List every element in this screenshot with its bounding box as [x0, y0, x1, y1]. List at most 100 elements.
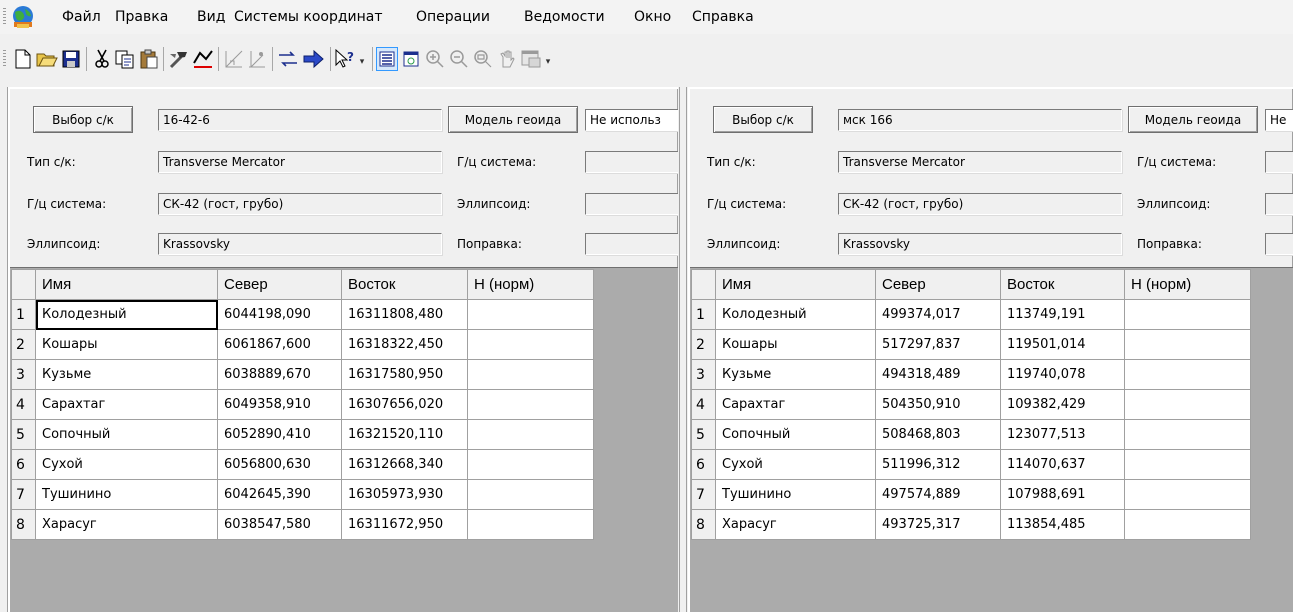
- east-cell[interactable]: 16321520,110: [341, 419, 468, 450]
- point-name-cell[interactable]: Кузьме: [715, 359, 876, 390]
- column-header-name[interactable]: Имя: [715, 269, 876, 300]
- new-file-icon[interactable]: [12, 47, 34, 71]
- column-header-height[interactable]: H (норм): [467, 269, 594, 300]
- zoom-out-icon[interactable]: [448, 47, 470, 71]
- height-cell[interactable]: [1124, 299, 1251, 330]
- geoid-model-button[interactable]: Модель геоида: [448, 106, 578, 133]
- east-cell[interactable]: 107988,691: [1000, 479, 1125, 510]
- east-cell[interactable]: 119501,014: [1000, 329, 1125, 360]
- table-row[interactable]: 5 Сопочный 6052890,410 16321520,110: [11, 419, 594, 450]
- height-cell[interactable]: [467, 389, 594, 420]
- height-cell[interactable]: [1124, 449, 1251, 480]
- east-cell[interactable]: 114070,637: [1000, 449, 1125, 480]
- app-globe-icon[interactable]: [10, 4, 36, 30]
- north-cell[interactable]: 6044198,090: [217, 299, 342, 330]
- menu-file[interactable]: Файл: [62, 9, 101, 25]
- arrow-transform-icon[interactable]: [302, 47, 324, 71]
- column-header-east[interactable]: Восток: [1000, 269, 1125, 300]
- toolbar-grip[interactable]: [3, 50, 6, 68]
- north-cell[interactable]: 497574,889: [875, 479, 1001, 510]
- point-name-cell[interactable]: Колодезный: [35, 299, 218, 330]
- row-number-cell[interactable]: 3: [691, 359, 716, 390]
- east-cell[interactable]: 119740,078: [1000, 359, 1125, 390]
- point-name-cell[interactable]: Тушинино: [35, 479, 218, 510]
- height-cell[interactable]: [467, 299, 594, 330]
- east-cell[interactable]: 16318322,450: [341, 329, 468, 360]
- height-cell[interactable]: [467, 329, 594, 360]
- north-cell[interactable]: 504350,910: [875, 389, 1001, 420]
- table-row[interactable]: 7 Тушинино 6042645,390 16305973,930: [11, 479, 594, 510]
- east-cell[interactable]: 113749,191: [1000, 299, 1125, 330]
- row-number-cell[interactable]: 8: [11, 509, 36, 540]
- form-view-icon[interactable]: [400, 47, 422, 71]
- list-view-icon[interactable]: [376, 47, 398, 71]
- east-cell[interactable]: 16311672,950: [341, 509, 468, 540]
- north-cell[interactable]: 6038889,670: [217, 359, 342, 390]
- east-cell[interactable]: 123077,513: [1000, 419, 1125, 450]
- height-cell[interactable]: [1124, 509, 1251, 540]
- row-number-cell[interactable]: 4: [11, 389, 36, 420]
- copy-icon[interactable]: [114, 47, 136, 71]
- table-row[interactable]: 3 Кузьме 494318,489 119740,078: [691, 359, 1251, 390]
- north-cell[interactable]: 493725,317: [875, 509, 1001, 540]
- east-cell[interactable]: 113854,485: [1000, 509, 1125, 540]
- geodesic-icon[interactable]: [192, 47, 214, 71]
- north-cell[interactable]: 6056800,630: [217, 449, 342, 480]
- select-cs-button[interactable]: Выбор с/к: [713, 106, 813, 133]
- height-cell[interactable]: [1124, 389, 1251, 420]
- paste-icon[interactable]: [138, 47, 160, 71]
- pan-icon[interactable]: [496, 47, 518, 71]
- north-cell[interactable]: 499374,017: [875, 299, 1001, 330]
- height-cell[interactable]: [1124, 479, 1251, 510]
- toolbar-overflow-icon[interactable]: ▾: [544, 55, 552, 69]
- row-number-cell[interactable]: 4: [691, 389, 716, 420]
- column-header-name[interactable]: Имя: [35, 269, 218, 300]
- row-number-cell[interactable]: 2: [691, 329, 716, 360]
- menu-view[interactable]: Вид: [197, 9, 225, 25]
- menubar-grip[interactable]: [3, 8, 6, 26]
- geoid-model-field[interactable]: Не использ: [585, 109, 678, 131]
- table-row[interactable]: 5 Сопочный 508468,803 123077,513: [691, 419, 1251, 450]
- row-number-cell[interactable]: 7: [11, 479, 36, 510]
- east-cell[interactable]: 16305973,930: [341, 479, 468, 510]
- table-row[interactable]: 2 Кошары 6061867,600 16318322,450: [11, 329, 594, 360]
- zoom-extents-icon[interactable]: [472, 47, 494, 71]
- select-cs-button[interactable]: Выбор с/к: [33, 106, 133, 133]
- row-number-cell[interactable]: 3: [11, 359, 36, 390]
- point-name-cell[interactable]: Харасуг: [35, 509, 218, 540]
- point-name-cell[interactable]: Кошары: [715, 329, 876, 360]
- point-name-cell[interactable]: Тушинино: [715, 479, 876, 510]
- height-cell[interactable]: [467, 449, 594, 480]
- cut-icon[interactable]: [91, 47, 113, 71]
- row-number-cell[interactable]: 6: [691, 449, 716, 480]
- transform-icon[interactable]: [277, 47, 299, 71]
- table-row[interactable]: 7 Тушинино 497574,889 107988,691: [691, 479, 1251, 510]
- row-number-cell[interactable]: 7: [691, 479, 716, 510]
- north-cell[interactable]: 6038547,580: [217, 509, 342, 540]
- zoom-in-icon[interactable]: [424, 47, 446, 71]
- east-cell[interactable]: 109382,429: [1000, 389, 1125, 420]
- row-number-cell[interactable]: 2: [11, 329, 36, 360]
- point-name-cell[interactable]: Кузьме: [35, 359, 218, 390]
- table-row[interactable]: 1 Колодезный 6044198,090 16311808,480: [11, 299, 594, 330]
- column-header-east[interactable]: Восток: [341, 269, 468, 300]
- point-name-cell[interactable]: Харасуг: [715, 509, 876, 540]
- north-cell[interactable]: 6052890,410: [217, 419, 342, 450]
- height-cell[interactable]: [467, 359, 594, 390]
- menu-help[interactable]: Справка: [692, 9, 754, 25]
- column-header-north[interactable]: Север: [875, 269, 1001, 300]
- point-name-cell[interactable]: Сарахтаг: [35, 389, 218, 420]
- menu-coordinate-systems[interactable]: Системы координат: [234, 9, 383, 25]
- north-cell[interactable]: 6049358,910: [217, 389, 342, 420]
- row-number-cell[interactable]: 8: [691, 509, 716, 540]
- north-cell[interactable]: 6042645,390: [217, 479, 342, 510]
- window-icon[interactable]: [520, 47, 542, 71]
- height-cell[interactable]: [467, 509, 594, 540]
- menu-window[interactable]: Окно: [634, 9, 671, 25]
- column-header-north[interactable]: Север: [217, 269, 342, 300]
- height-cell[interactable]: [467, 419, 594, 450]
- geoid-model-button[interactable]: Модель геоида: [1128, 106, 1258, 133]
- panel-splitter[interactable]: [679, 87, 687, 612]
- point-name-cell[interactable]: Сопочный: [715, 419, 876, 450]
- menu-edit[interactable]: Правка: [115, 9, 168, 25]
